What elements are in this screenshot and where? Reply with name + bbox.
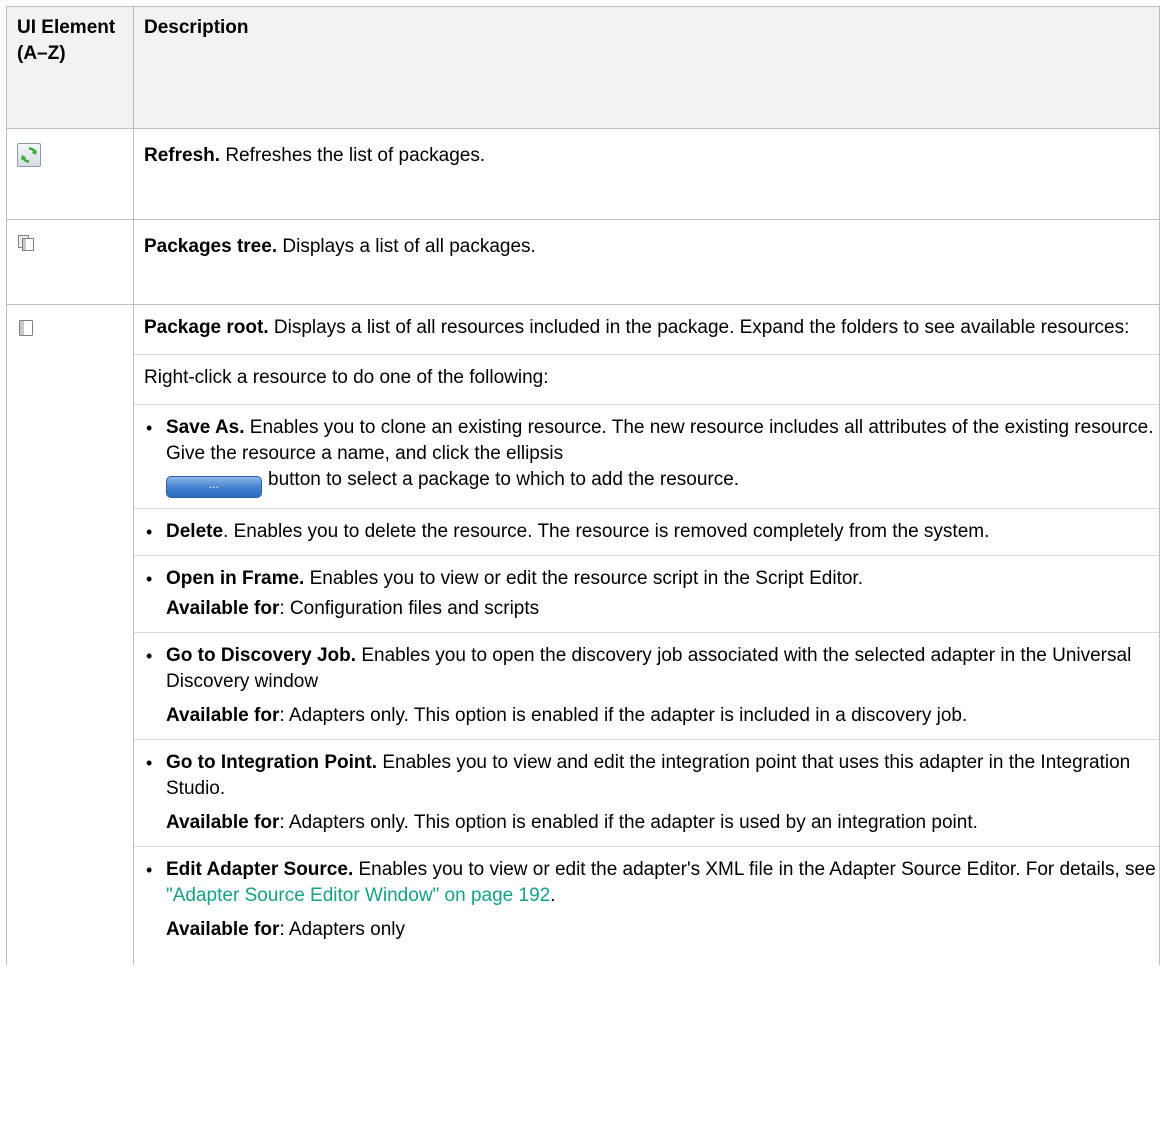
discovery-job-title: Go to Discovery Job. [166, 645, 357, 666]
tree-text: Displays a list of all packages. [282, 236, 536, 257]
package-root-icon [17, 319, 35, 337]
open-in-frame-note-label: Available for [166, 598, 280, 619]
table-row: Packages tree. Displays a list of all pa… [6, 219, 1160, 305]
integration-point-title: Go to Integration Point. [166, 752, 378, 773]
ui-element-cell [6, 128, 134, 220]
ui-element-cell [6, 219, 134, 305]
adapter-source-editor-link[interactable]: "Adapter Source Editor Window" on page 1… [166, 885, 550, 906]
ui-element-cell [6, 304, 134, 965]
save-as-text-after: button to select a package to which to a… [268, 469, 740, 490]
integration-point-note-text: : Adapters only. This option is enabled … [279, 812, 978, 833]
refresh-text: Refreshes the list of packages. [225, 145, 486, 166]
divider [134, 354, 1159, 355]
root-title: Package root. [144, 317, 269, 338]
tree-title: Packages tree. [144, 236, 278, 257]
list-item-go-to-discovery-job: Go to Discovery Job. Enables you to open… [134, 632, 1159, 739]
save-as-title: Save As. [166, 417, 245, 438]
description-cell: Package root. Displays a list of all res… [133, 304, 1160, 965]
options-list: Save As. Enables you to clone an existin… [134, 404, 1159, 953]
save-as-text: Enables you to clone an existing resourc… [166, 417, 1154, 464]
refresh-title: Refresh. [144, 145, 221, 166]
table-row: Refresh. Refreshes the list of packages. [6, 128, 1160, 220]
table-row: Package root. Displays a list of all res… [6, 304, 1160, 965]
packages-tree-icon [17, 234, 35, 252]
list-item-go-to-integration-point: Go to Integration Point. Enables you to … [134, 739, 1159, 846]
ui-elements-table: UI Element (A–Z) Description Refresh. Re… [6, 6, 1160, 965]
header-ui-element: UI Element (A–Z) [6, 6, 134, 129]
list-item-delete: Delete. Enables you to delete the resour… [134, 508, 1159, 555]
root-text: Displays a list of all resources include… [273, 317, 1130, 338]
table-header-row: UI Element (A–Z) Description [6, 6, 1160, 129]
delete-title: Delete [166, 521, 224, 542]
edit-adapter-source-note-label: Available for [166, 919, 280, 940]
ellipsis-button[interactable]: ... [166, 476, 262, 498]
discovery-job-note-text: : Adapters only. This option is enabled … [279, 705, 968, 726]
refresh-icon [17, 143, 41, 167]
integration-point-note-label: Available for [166, 812, 280, 833]
open-in-frame-title: Open in Frame. [166, 568, 305, 589]
discovery-job-note-label: Available for [166, 705, 280, 726]
edit-adapter-source-note-text: : Adapters only [279, 919, 406, 940]
open-in-frame-note-text: : Configuration files and scripts [279, 598, 540, 619]
open-in-frame-text: Enables you to view or edit the resource… [309, 568, 863, 589]
edit-adapter-source-text-end: . [550, 885, 556, 906]
list-item-edit-adapter-source: Edit Adapter Source. Enables you to view… [134, 846, 1159, 953]
description-cell: Packages tree. Displays a list of all pa… [133, 219, 1160, 305]
edit-adapter-source-text: Enables you to view or edit the adapter'… [358, 859, 1156, 880]
delete-text: . Enables you to delete the resource. Th… [223, 521, 990, 542]
list-item-open-in-frame: Open in Frame. Enables you to view or ed… [134, 555, 1159, 632]
edit-adapter-source-title: Edit Adapter Source. [166, 859, 354, 880]
header-description: Description [133, 6, 1160, 129]
list-item-save-as: Save As. Enables you to clone an existin… [134, 404, 1159, 508]
root-intro: Right-click a resource to do one of the … [144, 367, 549, 388]
description-cell: Refresh. Refreshes the list of packages. [133, 128, 1160, 220]
